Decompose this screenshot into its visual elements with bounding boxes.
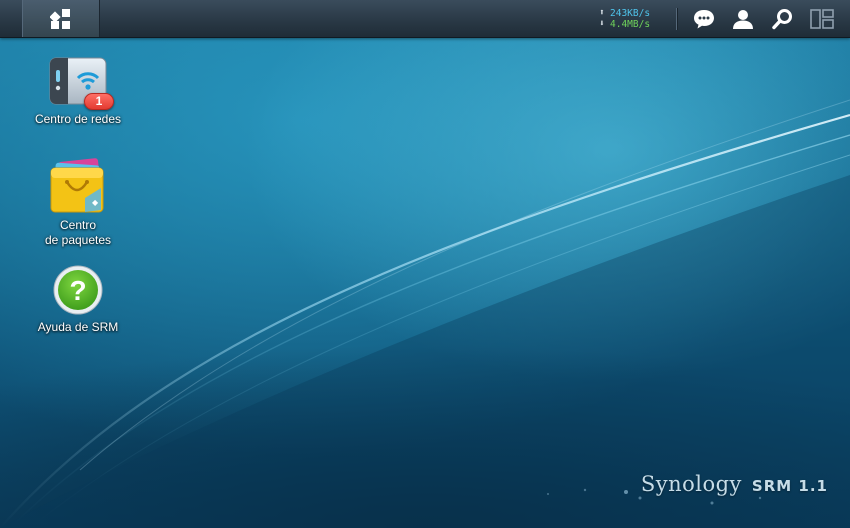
taskbar-divider [676,8,677,30]
app-network-center[interactable]: 1 Centro de redes [23,56,133,127]
download-speed: 4.4MB/s [610,19,651,30]
brand-name: Synology [640,472,742,496]
widgets-icon [810,9,834,29]
upload-speed: 243KB/s [610,8,651,19]
package-center-icon: ◆ [50,158,104,213]
search-button[interactable] [770,6,796,32]
app-package-center[interactable]: ◆ Centro de paquetes [23,158,133,248]
app-label: Ayuda de SRM [37,320,119,334]
widgets-button[interactable] [809,6,835,32]
grid-menu-icon [50,8,70,29]
main-menu-button[interactable] [22,0,100,37]
download-arrow-icon: ⬇ [599,19,605,29]
taskbar: ⬆ 243KB/s ⬇ 4.4MB/s [0,0,850,38]
upload-arrow-icon: ⬆ [599,8,605,18]
notifications-button[interactable] [691,6,717,32]
notification-badge: 1 [84,93,114,110]
desktop-background: 1 Centro de redes ◆ Centro de paquetes ?… [0,0,850,528]
app-label: Centro de redes [34,112,122,126]
network-traffic-monitor[interactable]: ⬆ 243KB/s ⬇ 4.4MB/s [598,8,668,32]
brand-product: SRM 1.1 [751,477,828,495]
chat-bubble-icon [694,10,714,29]
app-label: Centro de paquetes [44,218,112,247]
synology-srm-logo: Synology SRM 1.1 [641,472,828,496]
user-button[interactable] [730,6,756,32]
search-icon [772,9,792,30]
help-icon: ? [53,265,103,315]
svg-text:?: ? [69,275,86,306]
app-srm-help[interactable]: ? Ayuda de SRM [23,264,133,335]
user-icon [733,10,753,29]
svg-text:◆: ◆ [92,198,99,207]
